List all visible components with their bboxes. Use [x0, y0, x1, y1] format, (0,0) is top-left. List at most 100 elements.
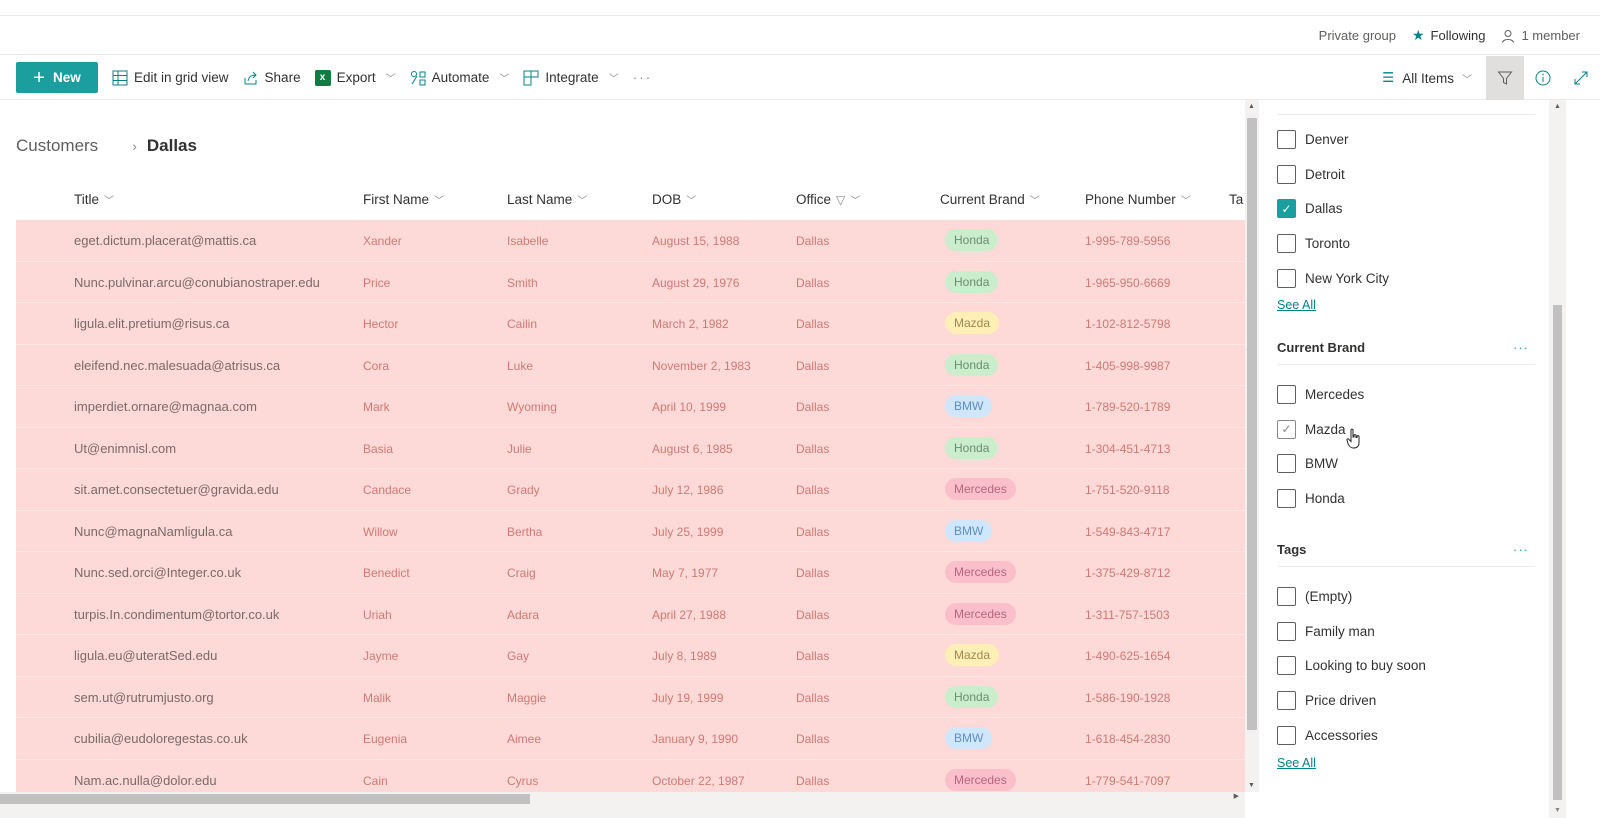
scroll-up-icon[interactable]: ▲: [1554, 103, 1561, 110]
filter-option[interactable]: Honda: [1277, 489, 1345, 509]
cell-title[interactable]: cubilia@eudoloregestas.co.uk: [74, 731, 248, 746]
edit-grid-view-button[interactable]: Edit in grid view: [112, 70, 229, 86]
scroll-down-icon[interactable]: ▼: [1248, 782, 1255, 789]
table-row[interactable]: Nunc.sed.orci@Integer.co.uk Benedict Craig…: [16, 552, 1245, 594]
info-button[interactable]: [1524, 56, 1562, 100]
cell-title[interactable]: ligula.elit.pretium@risus.ca: [74, 316, 230, 331]
cell-office: Dallas: [796, 732, 830, 746]
column-header-phone-number[interactable]: Phone Number ﹀: [1085, 192, 1191, 207]
column-header-tags[interactable]: Ta: [1229, 192, 1243, 207]
column-header-first-name[interactable]: First Name ﹀: [363, 192, 444, 207]
table-row[interactable]: Ut@enimnisl.com Basia Julie August 6, 1985 D…: [16, 427, 1245, 469]
cell-title[interactable]: imperdiet.ornare@magnaa.com: [74, 399, 257, 414]
checkbox[interactable]: [1277, 164, 1296, 184]
cell-title[interactable]: sit.amet.consectetuer@gravida.edu: [74, 482, 279, 497]
table-row[interactable]: imperdiet.ornare@magnaa.com Mark Wyoming Ap…: [16, 386, 1245, 428]
export-button[interactable]: x Export ﹀: [314, 69, 396, 86]
filter-option[interactable]: Family man: [1277, 621, 1375, 641]
checkbox[interactable]: ✓: [1277, 419, 1296, 439]
cell-title[interactable]: sem.ut@rutrumjusto.org: [74, 690, 214, 705]
column-header-current-brand[interactable]: Current Brand ﹀: [940, 192, 1040, 207]
scrollbar-thumb[interactable]: [1553, 305, 1562, 800]
automate-button[interactable]: Automate ﹀: [410, 70, 509, 86]
cell-title[interactable]: Ut@enimnisl.com: [74, 441, 176, 456]
checkbox[interactable]: [1277, 621, 1296, 641]
checkbox[interactable]: [1277, 130, 1296, 149]
filter-option[interactable]: ✓ Mazda: [1277, 419, 1346, 439]
brand-pill: Honda: [945, 436, 999, 459]
checkbox[interactable]: [1277, 725, 1296, 745]
tags-see-all-link[interactable]: See All: [1277, 756, 1316, 770]
table-row[interactable]: Nunc@magnaNamligula.ca Willow Bertha July 2…: [16, 510, 1245, 552]
new-button[interactable]: + New: [16, 62, 98, 93]
more-options-icon[interactable]: ···: [1513, 542, 1529, 557]
filter-option[interactable]: Mercedes: [1277, 385, 1364, 404]
checkbox[interactable]: [1277, 489, 1296, 509]
checkbox[interactable]: [1277, 234, 1296, 254]
scroll-down-icon[interactable]: ▼: [1554, 807, 1561, 814]
cell-title[interactable]: Nunc@magnaNamligula.ca: [74, 524, 232, 539]
more-commands-button[interactable]: ···: [633, 70, 653, 85]
checkbox[interactable]: [1277, 385, 1296, 404]
view-selector[interactable]: ☰ All Items ﹀: [1382, 70, 1472, 86]
filter-option[interactable]: Toronto: [1277, 234, 1350, 254]
share-button[interactable]: Share: [243, 70, 301, 86]
cell-title[interactable]: Nam.ac.nulla@dolor.edu: [74, 773, 217, 788]
checkbox[interactable]: [1277, 454, 1296, 474]
table-row[interactable]: ligula.elit.pretium@risus.ca Hector Cailin…: [16, 303, 1245, 345]
cell-title[interactable]: turpis.In.condimentum@tortor.co.uk: [74, 607, 279, 622]
table-row[interactable]: ligula.eu@uteratSed.edu Jayme Gay July 8, 1…: [16, 635, 1245, 677]
filter-option[interactable]: Accessories: [1277, 725, 1378, 745]
checkbox[interactable]: [1277, 587, 1296, 606]
scrollbar-thumb[interactable]: [0, 794, 530, 804]
column-header-office[interactable]: Office ▽ ﹀: [796, 192, 860, 207]
filter-option[interactable]: Detroit: [1277, 164, 1345, 184]
filter-option[interactable]: New York City: [1277, 268, 1389, 288]
table-row[interactable]: eget.dictum.placerat@mattis.ca Xander Isab…: [16, 220, 1245, 262]
table-row[interactable]: Nunc.pulvinar.arcu@conubianostraper.edu P…: [16, 261, 1245, 303]
filter-pane-scrollbar[interactable]: ▲ ▼: [1549, 100, 1566, 818]
list-horizontal-scrollbar[interactable]: ▶: [0, 792, 1245, 818]
cell-title[interactable]: eget.dictum.placerat@mattis.ca: [74, 233, 256, 248]
brand-pill: Mercedes: [945, 561, 1016, 583]
table-row[interactable]: turpis.In.condimentum@tortor.co.uk Uriah A…: [16, 593, 1245, 635]
scrollbar-thumb[interactable]: [1247, 118, 1257, 730]
filter-option[interactable]: ✓ Dallas: [1277, 199, 1343, 219]
breadcrumb: Customers › Dallas: [16, 136, 197, 156]
list-vertical-scrollbar[interactable]: ▲ ▼: [1245, 100, 1259, 792]
column-header-title[interactable]: Title ﹀: [74, 192, 114, 207]
cell-title[interactable]: Nunc.sed.orci@Integer.co.uk: [74, 565, 241, 580]
cell-first: Uriah: [363, 607, 392, 622]
table-row[interactable]: Nam.ac.nulla@dolor.edu Cain Cyrus October 2…: [16, 759, 1245, 792]
checkbox[interactable]: [1277, 268, 1296, 288]
filter-option[interactable]: (Empty): [1277, 587, 1352, 606]
integrate-button[interactable]: Integrate ﹀: [523, 70, 619, 86]
checkbox[interactable]: ✓: [1277, 199, 1296, 219]
scroll-right-icon[interactable]: ▶: [1234, 792, 1239, 800]
more-options-icon[interactable]: ···: [1513, 340, 1529, 355]
cell-title[interactable]: Nunc.pulvinar.arcu@conubianostraper.edu: [74, 275, 320, 290]
table-row[interactable]: sem.ut@rutrumjusto.org Malik Maggie July 19…: [16, 676, 1245, 718]
fullscreen-button[interactable]: [1562, 56, 1600, 100]
checkbox[interactable]: [1277, 656, 1296, 676]
cell-title[interactable]: eleifend.nec.malesuada@atrisus.ca: [74, 358, 280, 373]
column-header-dob[interactable]: DOB ﹀: [652, 192, 696, 207]
cell-last: Cyrus: [507, 773, 539, 788]
table-row[interactable]: sit.amet.consectetuer@gravida.edu Candace…: [16, 469, 1245, 511]
filter-option[interactable]: Denver: [1277, 130, 1349, 149]
scroll-up-icon[interactable]: ▲: [1248, 103, 1255, 110]
filter-option[interactable]: Looking to buy soon: [1277, 656, 1426, 676]
cell-title[interactable]: ligula.eu@uteratSed.edu: [74, 648, 217, 663]
following-button[interactable]: ★ Following: [1412, 27, 1485, 44]
filter-option[interactable]: Price driven: [1277, 691, 1376, 711]
checkbox[interactable]: [1277, 691, 1296, 711]
office-see-all-link[interactable]: See All: [1277, 298, 1316, 312]
filter-pane-button[interactable]: [1486, 56, 1524, 100]
flow-icon: [410, 70, 426, 85]
table-row[interactable]: eleifend.nec.malesuada@atrisus.ca Cora Luk…: [16, 344, 1245, 386]
table-row[interactable]: cubilia@eudoloregestas.co.uk Eugenia Aimee…: [16, 718, 1245, 760]
breadcrumb-customers[interactable]: Customers: [16, 136, 98, 156]
column-header-last-name[interactable]: Last Name ﹀: [507, 192, 587, 207]
filter-option[interactable]: BMW: [1277, 454, 1338, 474]
members-button[interactable]: 1 member: [1501, 28, 1580, 43]
